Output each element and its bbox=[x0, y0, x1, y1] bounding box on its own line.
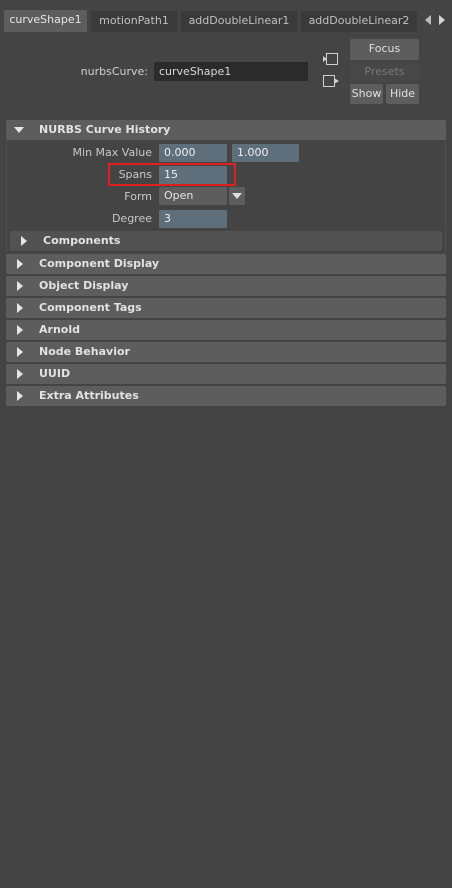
min-value-field[interactable]: 0.000 bbox=[159, 144, 227, 162]
expand-triangle-icon bbox=[17, 281, 23, 291]
expand-triangle-icon bbox=[17, 325, 23, 335]
section-label: Component Display bbox=[39, 257, 160, 270]
scroll-left-icon[interactable] bbox=[424, 14, 432, 26]
tab-curveshape1[interactable]: curveShape1 bbox=[4, 10, 87, 32]
form-dropdown[interactable]: Open bbox=[159, 187, 227, 205]
node-name-field[interactable]: curveShape1 bbox=[154, 62, 308, 81]
section-label: Extra Attributes bbox=[39, 389, 139, 402]
tab-motionpath1[interactable]: motionPath1 bbox=[91, 11, 177, 32]
expand-triangle-icon bbox=[17, 259, 23, 269]
section-extra-attributes[interactable]: Extra Attributes bbox=[6, 386, 446, 406]
frame-title: NURBS Curve History bbox=[39, 123, 171, 136]
degree-field[interactable]: 3 bbox=[159, 210, 227, 228]
tab-adddoublelinear1[interactable]: addDoubleLinear1 bbox=[181, 11, 297, 32]
section-uuid[interactable]: UUID bbox=[6, 364, 446, 384]
focus-button[interactable]: Focus bbox=[350, 39, 419, 60]
section-component-tags[interactable]: Component Tags bbox=[6, 298, 446, 318]
expand-triangle-icon bbox=[17, 391, 23, 401]
spans-highlight-box bbox=[108, 163, 236, 186]
section-component-display[interactable]: Component Display bbox=[6, 254, 446, 274]
section-label: UUID bbox=[39, 367, 71, 380]
copy-tab-icon[interactable] bbox=[322, 52, 340, 66]
tab-bar: curveShape1 motionPath1 addDoubleLinear1… bbox=[0, 0, 452, 32]
expand-triangle-icon bbox=[17, 303, 23, 313]
components-header[interactable]: Components bbox=[10, 231, 442, 251]
max-value-field[interactable]: 1.000 bbox=[232, 144, 299, 162]
hide-button[interactable]: Hide bbox=[386, 84, 419, 104]
section-object-display[interactable]: Object Display bbox=[6, 276, 446, 296]
show-button[interactable]: Show bbox=[350, 84, 383, 104]
scroll-right-icon[interactable] bbox=[438, 14, 446, 26]
form-dropdown-arrow-icon[interactable] bbox=[229, 187, 245, 205]
tab-adddoublelinear2[interactable]: addDoubleLinear2 bbox=[301, 11, 417, 32]
section-label: Object Display bbox=[39, 279, 129, 292]
select-node-icon[interactable] bbox=[322, 74, 340, 88]
section-label: Arnold bbox=[39, 323, 80, 336]
section-label: Component Tags bbox=[39, 301, 142, 314]
nurbs-curve-history-header[interactable]: NURBS Curve History bbox=[6, 120, 446, 140]
expand-triangle-icon bbox=[17, 369, 23, 379]
components-label: Components bbox=[43, 234, 121, 247]
section-node-behavior[interactable]: Node Behavior bbox=[6, 342, 446, 362]
collapse-triangle-icon bbox=[14, 127, 24, 133]
degree-label: Degree bbox=[111, 212, 152, 225]
min-max-label: Min Max Value bbox=[72, 146, 152, 159]
form-label: Form bbox=[124, 190, 152, 203]
expand-triangle-icon bbox=[21, 236, 27, 246]
expand-triangle-icon bbox=[17, 347, 23, 357]
section-arnold[interactable]: Arnold bbox=[6, 320, 446, 340]
node-type-label: nurbsCurve: bbox=[80, 65, 148, 78]
section-label: Node Behavior bbox=[39, 345, 130, 358]
presets-button[interactable]: Presets bbox=[350, 62, 419, 82]
